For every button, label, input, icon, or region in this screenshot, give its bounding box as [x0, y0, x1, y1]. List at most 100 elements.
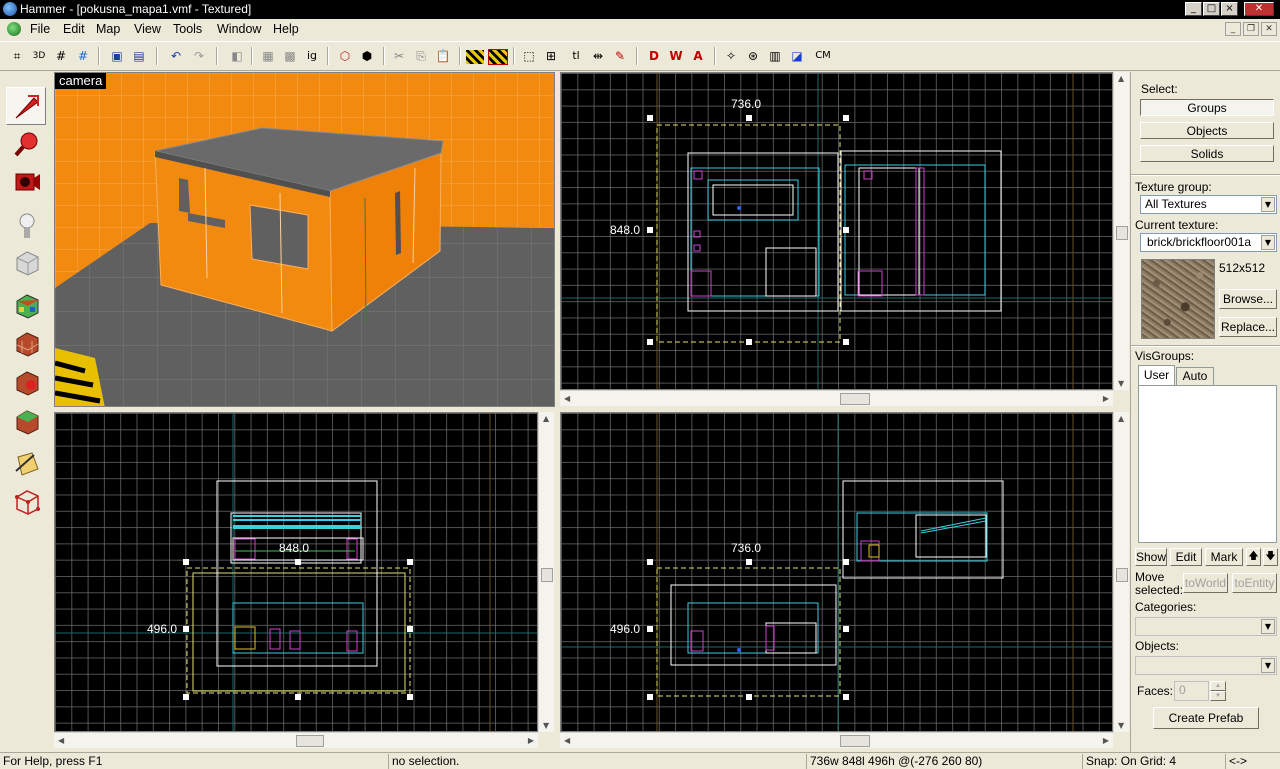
tab-auto[interactable]: Auto — [1176, 367, 1214, 385]
side-viewport[interactable]: 736.0 496.0 — [560, 412, 1113, 732]
grid-toggle-icon[interactable]: ⌗ — [7, 46, 27, 66]
sphere-icon[interactable]: ⊛ — [743, 46, 763, 66]
move-down-arrow-icon[interactable]: 🡇 — [1263, 548, 1278, 566]
camera-viewport[interactable]: camera — [54, 72, 555, 407]
overlay-tool[interactable] — [6, 402, 46, 440]
clip-icon[interactable]: ▩ — [280, 46, 300, 66]
visgroups-list[interactable] — [1138, 385, 1277, 543]
current-texture-select[interactable]: brick/brickfloor001a ▼ — [1140, 233, 1277, 252]
snap-grid-icon[interactable]: ⬚ — [519, 46, 539, 66]
overlay-icon[interactable]: ◪ — [787, 46, 807, 66]
select-groups-button[interactable]: Groups — [1140, 99, 1274, 116]
selection-tool[interactable] — [6, 87, 46, 125]
menu-file[interactable]: File — [30, 22, 50, 36]
clipping-tool[interactable] — [6, 444, 46, 482]
to-entity-button[interactable]: toEntity — [1232, 573, 1277, 593]
menu-view[interactable]: View — [134, 22, 161, 36]
mdi-minimize-button[interactable]: _ — [1225, 22, 1241, 36]
show-world-icon[interactable]: W — [666, 46, 686, 66]
toggle-texture-icon[interactable]: ⊞ — [541, 46, 561, 66]
replace-button[interactable]: Replace... — [1219, 317, 1277, 337]
apply-current-texture-tool[interactable] — [6, 324, 46, 362]
menu-map[interactable]: Map — [96, 22, 120, 36]
ungroup-icon[interactable]: ▤ — [129, 46, 149, 66]
menu-tools[interactable]: Tools — [173, 22, 202, 36]
top-viewport-hscroll[interactable]: ◀ ▶ — [560, 390, 1113, 406]
move-up-arrow-icon[interactable]: 🡅 — [1246, 548, 1261, 566]
objects-label: Objects: — [1135, 639, 1180, 653]
show-entities-icon[interactable]: D — [644, 46, 664, 66]
select-solids-button[interactable]: Solids — [1140, 145, 1274, 162]
side-viewport-vscroll[interactable]: ▲ ▼ — [1113, 412, 1129, 732]
top-viewport-vscroll[interactable]: ▲ ▼ — [1113, 72, 1129, 390]
menu-help[interactable]: Help — [273, 22, 299, 36]
close-button[interactable]: ✕ — [1244, 2, 1274, 16]
browse-button[interactable]: Browse... — [1219, 289, 1277, 309]
side-viewport-hscroll[interactable]: ◀ ▶ — [560, 732, 1113, 748]
create-prefab-button[interactable]: Create Prefab — [1153, 707, 1259, 729]
block-tool[interactable] — [6, 243, 46, 281]
mdi-close-button[interactable]: ✕ — [1261, 22, 1277, 36]
status-selection: no selection. — [388, 754, 806, 769]
status-extra: <-> — [1225, 754, 1280, 769]
redo-icon[interactable]: ↷ — [189, 46, 209, 66]
status-bar: For Help, press F1 no selection. 736w 84… — [0, 752, 1280, 769]
grid-3d-icon[interactable]: 3D — [29, 46, 49, 66]
texture-group-select[interactable]: All Textures ▼ — [1140, 195, 1277, 214]
show-icon[interactable]: ⬢ — [357, 46, 377, 66]
cut-icon[interactable]: ✂ — [389, 46, 409, 66]
grid-larger-icon[interactable]: # — [73, 46, 93, 66]
vertex-tool[interactable] — [6, 482, 46, 520]
toolbar-tl-button[interactable]: tl — [566, 46, 586, 66]
vertex-icon[interactable]: ✧ — [721, 46, 741, 66]
texture-application-tool[interactable] — [6, 286, 46, 324]
carve-icon[interactable]: ◧ — [227, 46, 247, 66]
cordon-icon[interactable]: ✎ — [610, 46, 630, 66]
camera-icon — [15, 173, 40, 191]
menu-window[interactable]: Window — [217, 22, 261, 36]
minimize-button[interactable]: _ — [1185, 2, 1202, 16]
magnify-tool[interactable] — [6, 124, 46, 162]
mdi-restore-button[interactable]: ❐ — [1243, 22, 1259, 36]
texture-scale-lock-icon[interactable] — [488, 49, 508, 65]
decal-tool[interactable] — [6, 363, 46, 401]
undo-icon[interactable]: ↶ — [166, 46, 186, 66]
grid-smaller-icon[interactable]: # — [51, 46, 71, 66]
toolbar-separator — [513, 47, 515, 65]
to-world-button[interactable]: toWorld — [1183, 573, 1228, 593]
select-objects-button[interactable]: Objects — [1140, 122, 1274, 139]
stepper-down-icon[interactable]: ▼ — [1210, 691, 1226, 701]
vertex-icon — [15, 490, 40, 515]
visgroup-show-button[interactable]: Show — [1135, 548, 1167, 566]
ignore-groups-button[interactable]: ig — [302, 46, 322, 66]
window-close-button[interactable]: × — [1221, 2, 1238, 16]
faces-input[interactable]: 0 — [1174, 681, 1209, 701]
document-icon[interactable] — [7, 22, 21, 36]
categories-select[interactable]: ▼ — [1135, 617, 1277, 636]
hide-icon[interactable]: ⬡ — [335, 46, 355, 66]
texture-lock-icon[interactable] — [466, 50, 484, 64]
faces-stepper[interactable]: ▲ ▼ — [1210, 681, 1226, 701]
front-viewport-vscroll[interactable]: ▲ ▼ — [538, 412, 554, 732]
camera-tool[interactable] — [6, 161, 46, 199]
group-icon[interactable]: ▣ — [107, 46, 127, 66]
maximize-button[interactable]: □ — [1203, 2, 1220, 16]
entity-tool[interactable] — [6, 206, 46, 244]
paste-icon[interactable]: 📋 — [433, 46, 453, 66]
visgroup-edit-button[interactable]: Edit — [1170, 548, 1202, 566]
menu-edit[interactable]: Edit — [63, 22, 85, 36]
top-viewport[interactable]: 736.0 848.0 — [560, 72, 1113, 390]
front-viewport[interactable]: 848.0 496.0 — [54, 412, 538, 732]
toolbar-cm-button[interactable]: CM — [812, 46, 834, 66]
copy-icon[interactable]: ⎘ — [411, 46, 431, 66]
visgroup-mark-button[interactable]: Mark — [1205, 548, 1243, 566]
stepper-up-icon[interactable]: ▲ — [1210, 681, 1226, 691]
hollow-icon[interactable]: ▦ — [258, 46, 278, 66]
objects-select[interactable]: ▼ — [1135, 656, 1277, 675]
tab-user[interactable]: User — [1138, 365, 1175, 385]
show-all-icon[interactable]: A — [688, 46, 708, 66]
flip-icon[interactable]: ⇹ — [588, 46, 608, 66]
cordon-box-icon[interactable]: ▥ — [765, 46, 785, 66]
texture-size-label: 512x512 — [1219, 261, 1266, 275]
front-viewport-hscroll[interactable]: ◀ ▶ — [54, 732, 538, 748]
